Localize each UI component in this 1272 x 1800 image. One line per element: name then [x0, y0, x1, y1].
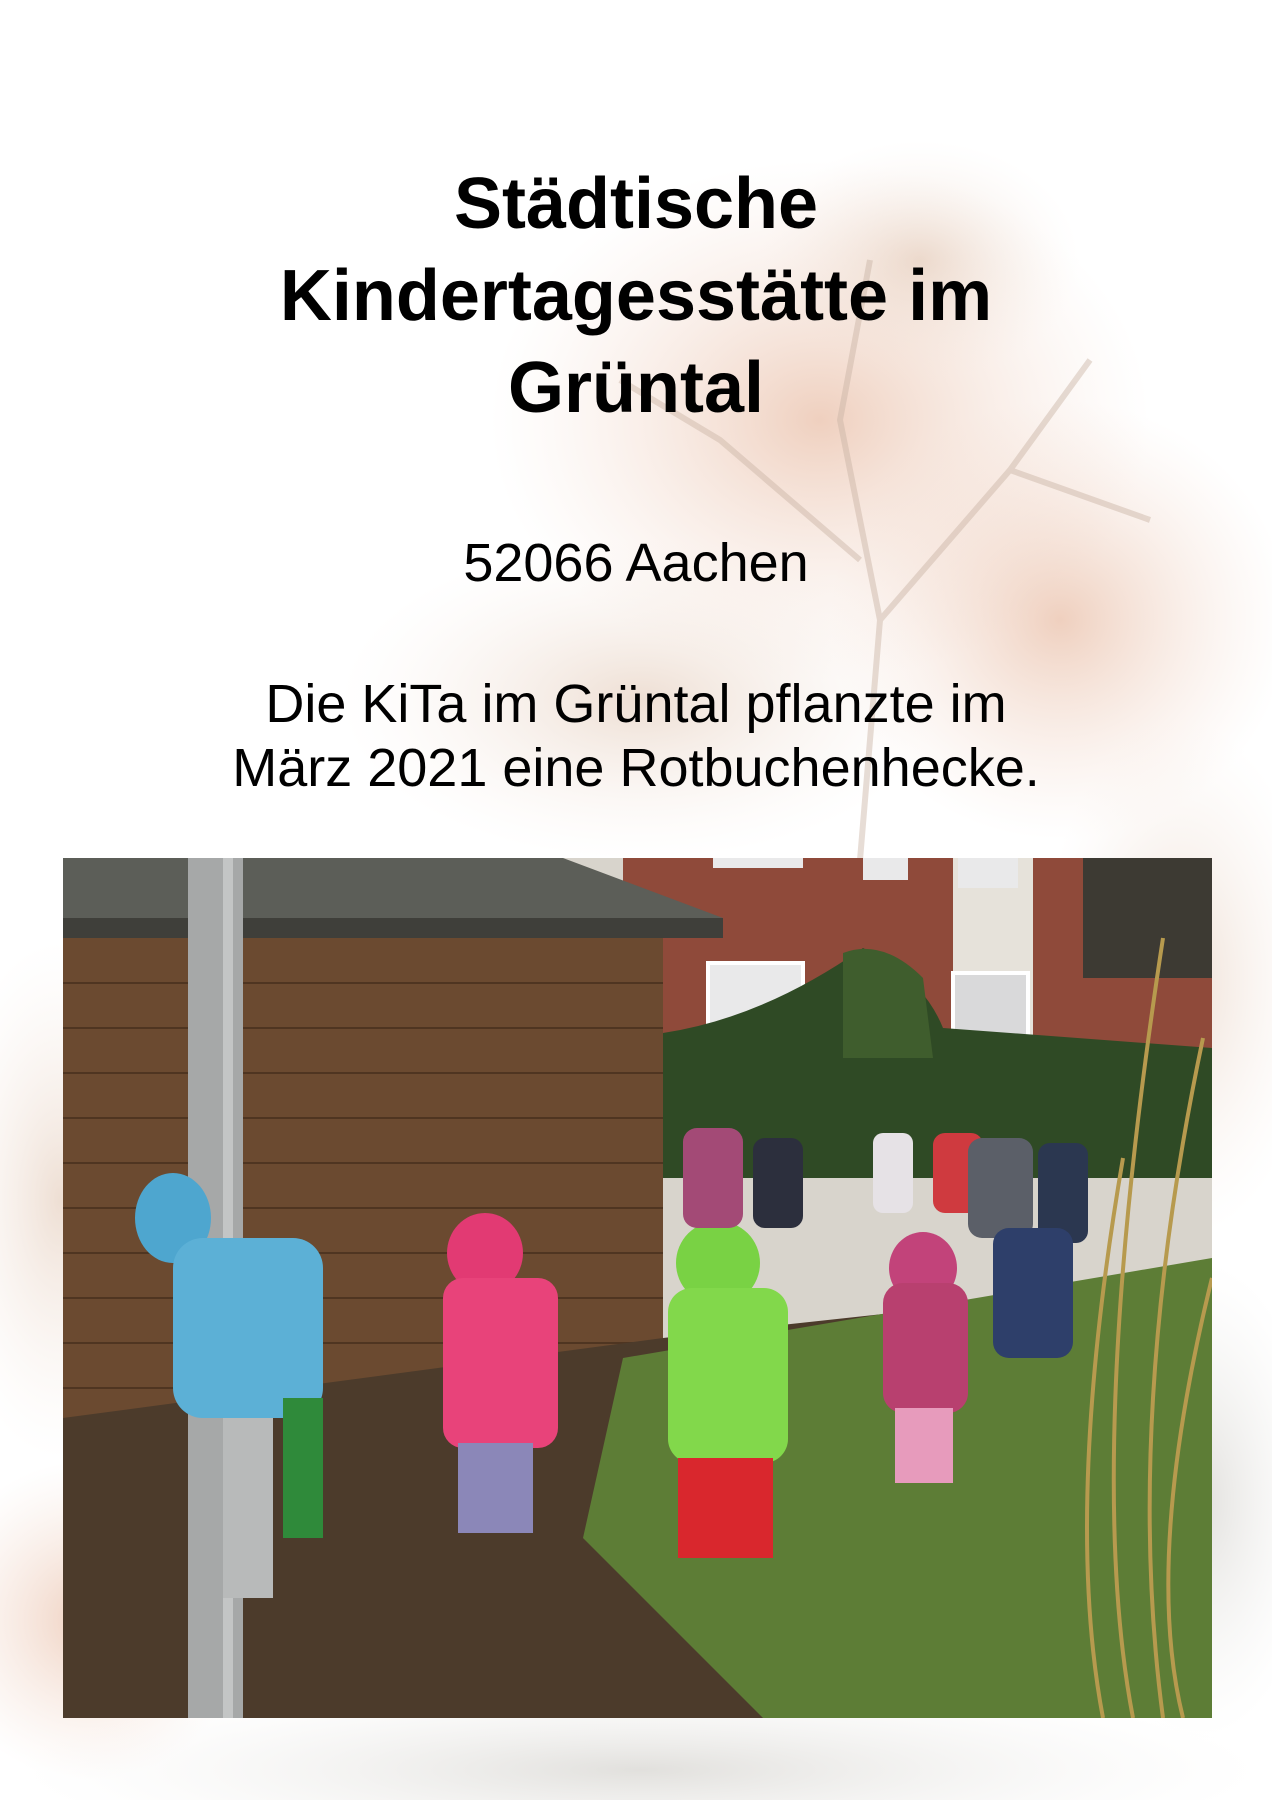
title-line-2: Kindertagesstätte im — [279, 256, 993, 336]
description: Die KiTa im Grüntal pflanzte im März 202… — [0, 672, 1272, 800]
description-line-1: Die KiTa im Grüntal pflanzte im — [265, 674, 1007, 734]
title-line-1: Städtische — [453, 164, 819, 244]
city-postal-code: 52066 Aachen — [463, 533, 809, 593]
page-content: Städtische Kindertagesstätte im Grüntal … — [0, 0, 1272, 1800]
title-line-3: Grüntal — [507, 348, 764, 428]
page-title: Städtische Kindertagesstätte im Grüntal — [0, 158, 1272, 434]
kita-garden-photo — [63, 858, 1212, 1718]
description-line-2: März 2021 eine Rotbuchenhecke. — [232, 738, 1040, 798]
